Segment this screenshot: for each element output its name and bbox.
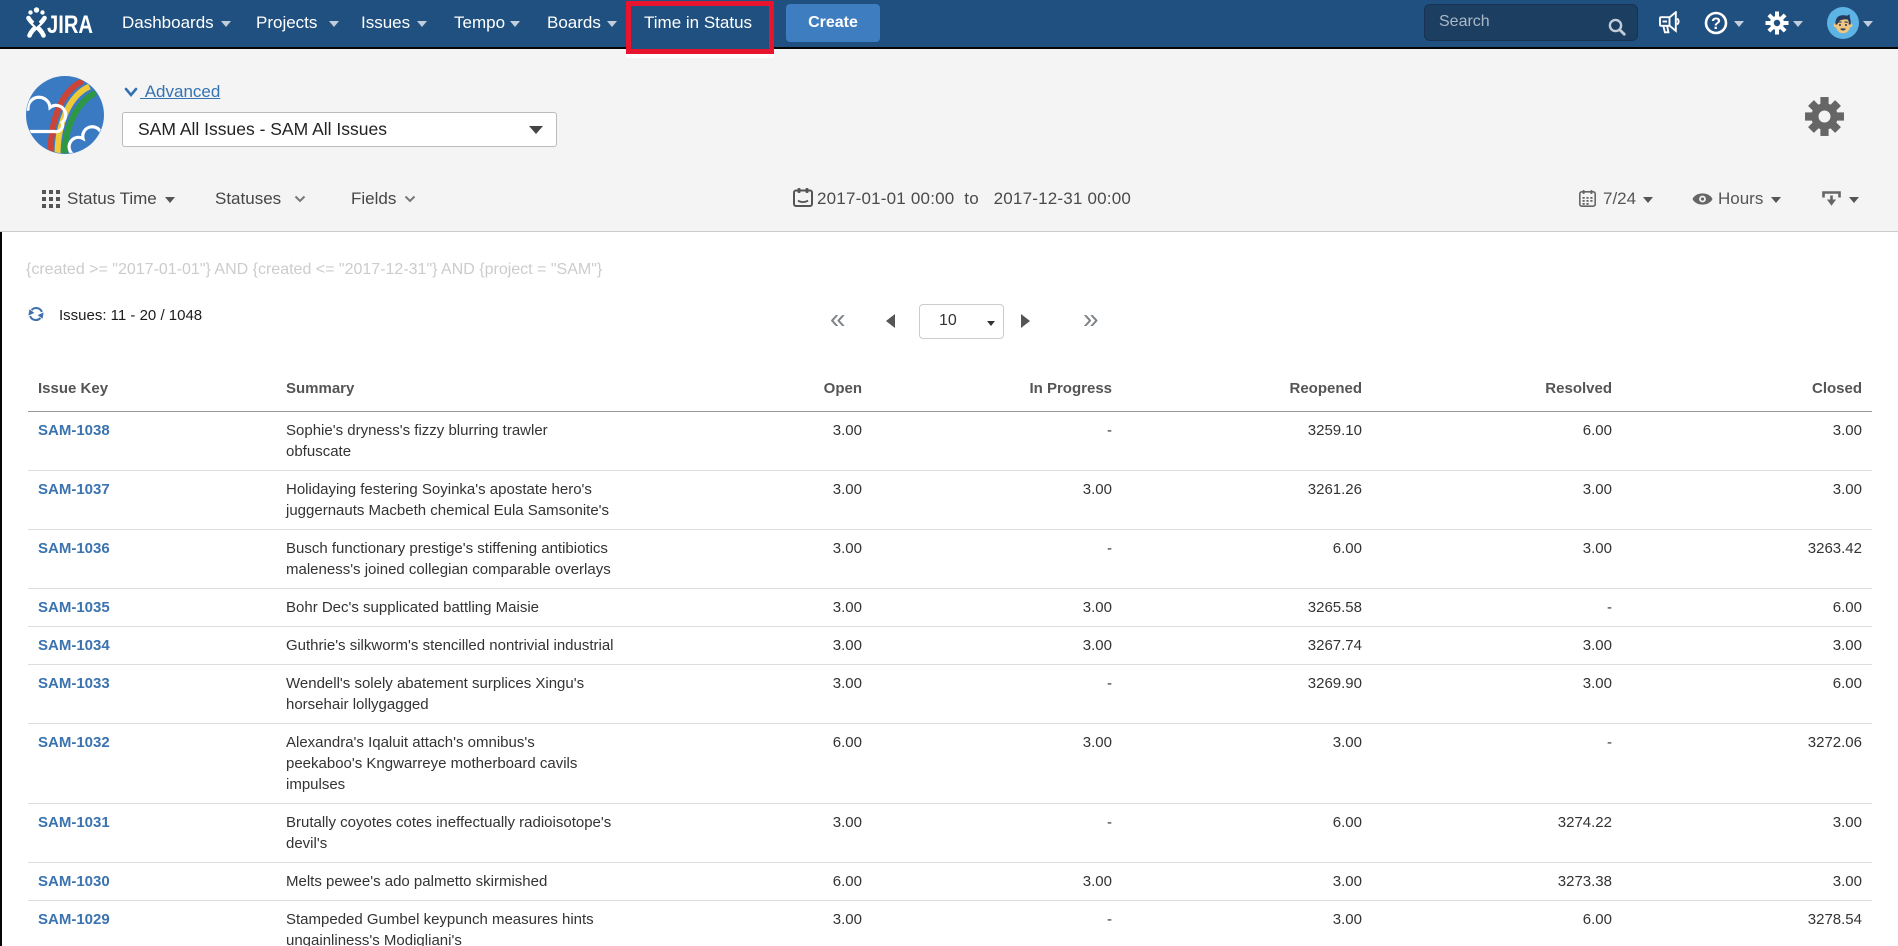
- svg-text:?: ?: [1711, 15, 1721, 33]
- svg-text:JIRA: JIRA: [47, 11, 93, 39]
